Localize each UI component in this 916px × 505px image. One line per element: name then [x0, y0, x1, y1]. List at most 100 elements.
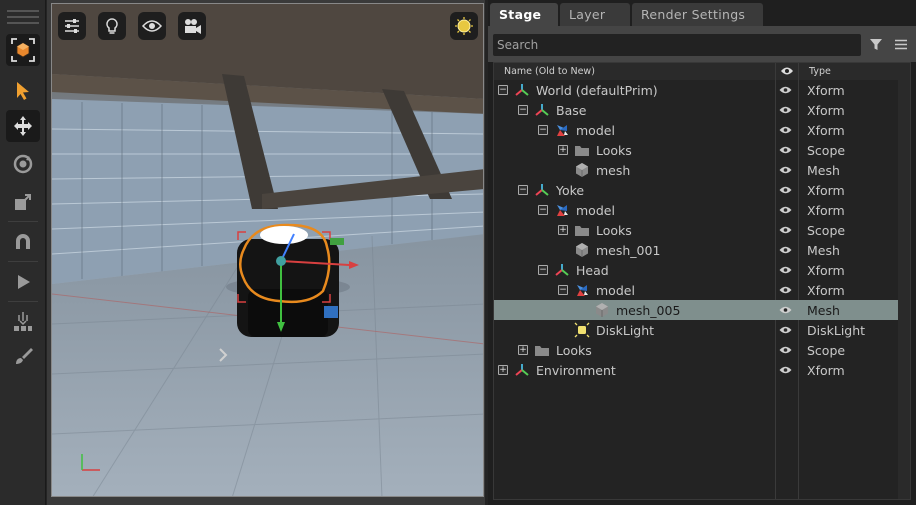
- physics-drop-icon: [14, 312, 32, 331]
- xform-icon: [515, 364, 529, 376]
- column-type-header[interactable]: Type: [809, 66, 831, 77]
- prim-type: Xform: [807, 83, 845, 98]
- vertical-scrollbar[interactable]: [898, 63, 910, 499]
- hamburger-menu-icon[interactable]: [894, 39, 908, 50]
- expand-toggle[interactable]: −: [538, 265, 548, 275]
- prim-type: Mesh: [807, 243, 840, 258]
- prim-type: Xform: [807, 363, 845, 378]
- tab-layer[interactable]: Layer: [560, 3, 630, 26]
- rotate-tool-button[interactable]: [6, 148, 40, 180]
- scale-tool-button[interactable]: [6, 186, 40, 218]
- visibility-eye-icon[interactable]: [779, 245, 792, 255]
- prim-name: World (defaultPrim): [536, 83, 658, 98]
- tree-row[interactable]: + Looks Scope: [494, 340, 898, 360]
- movie-camera-icon: [185, 19, 201, 34]
- toolbar-grip[interactable]: [7, 10, 39, 24]
- sun-icon: [455, 17, 473, 35]
- magnet-icon: [16, 234, 30, 249]
- tree-row[interactable]: mesh Mesh: [494, 160, 898, 180]
- prim-name: Base: [556, 103, 587, 118]
- snap-button[interactable]: [6, 226, 40, 258]
- visibility-eye-icon[interactable]: [779, 165, 792, 175]
- prim-type: Xform: [807, 183, 845, 198]
- lighting-button[interactable]: [98, 12, 126, 40]
- expand-toggle[interactable]: −: [518, 105, 528, 115]
- viewport-settings-button[interactable]: [58, 12, 86, 40]
- prim-name: mesh: [596, 163, 631, 178]
- tree-row[interactable]: − World (defaultPrim) Xform: [494, 80, 898, 100]
- expand-toggle[interactable]: +: [518, 345, 528, 355]
- 3d-viewport[interactable]: [51, 3, 484, 497]
- tree-row[interactable]: + Looks Scope: [494, 140, 898, 160]
- model-icon: [577, 285, 588, 296]
- select-tool-button[interactable]: [6, 74, 40, 106]
- visibility-eye-icon[interactable]: [779, 265, 792, 275]
- tab-stage[interactable]: Stage: [490, 3, 558, 26]
- play-icon: [18, 275, 30, 289]
- prim-type: Xform: [807, 203, 845, 218]
- tree-row[interactable]: − model Xform: [494, 120, 898, 140]
- expand-toggle[interactable]: −: [538, 205, 548, 215]
- prim-name: Looks: [556, 343, 592, 358]
- visibility-eye-icon[interactable]: [779, 125, 792, 135]
- select-mode-button[interactable]: [6, 34, 40, 66]
- mesh-icon: [596, 303, 608, 317]
- expand-toggle[interactable]: +: [498, 365, 508, 375]
- prim-type: Xform: [807, 283, 845, 298]
- display-options-button[interactable]: [138, 12, 166, 40]
- tree-row[interactable]: + Environment Xform: [494, 360, 898, 380]
- physics-button[interactable]: [6, 306, 40, 338]
- prim-type: Scope: [807, 143, 846, 158]
- expand-toggle[interactable]: −: [558, 285, 568, 295]
- visibility-eye-icon[interactable]: [779, 185, 792, 195]
- expand-toggle[interactable]: +: [558, 225, 568, 235]
- tab-render-settings[interactable]: Render Settings: [632, 3, 763, 26]
- toolbar-divider: [8, 221, 38, 222]
- visibility-eye-icon[interactable]: [779, 285, 792, 295]
- visibility-eye-icon[interactable]: [779, 305, 792, 315]
- expand-toggle[interactable]: −: [498, 85, 508, 95]
- tree-row[interactable]: mesh_005 Mesh: [494, 300, 898, 320]
- tree-row[interactable]: − model Xform: [494, 280, 898, 300]
- expand-toggle[interactable]: +: [558, 145, 568, 155]
- prim-name: Looks: [596, 223, 632, 238]
- visibility-eye-icon[interactable]: [779, 145, 792, 155]
- prim-name: model: [596, 283, 635, 298]
- folder-icon: [575, 146, 589, 156]
- lightbulb-icon: [106, 18, 118, 34]
- tree-row[interactable]: − Yoke Xform: [494, 180, 898, 200]
- tree-header: Name (Old to New) Type: [494, 63, 898, 80]
- play-button[interactable]: [6, 266, 40, 298]
- prim-name: Head: [576, 263, 609, 278]
- prim-type: Xform: [807, 103, 845, 118]
- prim-type: Scope: [807, 223, 846, 238]
- move-tool-button[interactable]: [6, 110, 40, 142]
- model-icon: [557, 205, 568, 216]
- expand-toggle[interactable]: −: [518, 185, 528, 195]
- toolbar-divider: [8, 301, 38, 302]
- viewport-scene: [52, 4, 483, 496]
- filter-icon[interactable]: [869, 38, 883, 51]
- visibility-eye-icon[interactable]: [779, 225, 792, 235]
- expand-toggle[interactable]: −: [538, 125, 548, 135]
- visibility-eye-icon[interactable]: [779, 345, 792, 355]
- tree-row[interactable]: DiskLight DiskLight: [494, 320, 898, 340]
- visibility-eye-icon[interactable]: [779, 85, 792, 95]
- move-arrows-icon: [14, 116, 32, 136]
- paint-button[interactable]: [6, 340, 40, 372]
- column-name-header[interactable]: Name (Old to New): [504, 66, 595, 77]
- camera-button[interactable]: [178, 12, 206, 40]
- visibility-eye-icon[interactable]: [779, 205, 792, 215]
- tree-row[interactable]: − Head Xform: [494, 260, 898, 280]
- visibility-eye-icon[interactable]: [779, 105, 792, 115]
- visibility-eye-icon[interactable]: [779, 325, 792, 335]
- visibility-eye-icon[interactable]: [779, 365, 792, 375]
- tree-row[interactable]: − model Xform: [494, 200, 898, 220]
- visibility-column-eye-icon[interactable]: [780, 65, 794, 77]
- tree-row[interactable]: mesh_001 Mesh: [494, 240, 898, 260]
- tree-row[interactable]: − Base Xform: [494, 100, 898, 120]
- prim-type: Mesh: [807, 303, 840, 318]
- tree-row[interactable]: + Looks Scope: [494, 220, 898, 240]
- render-mode-button[interactable]: [450, 12, 478, 40]
- search-input[interactable]: [493, 34, 861, 56]
